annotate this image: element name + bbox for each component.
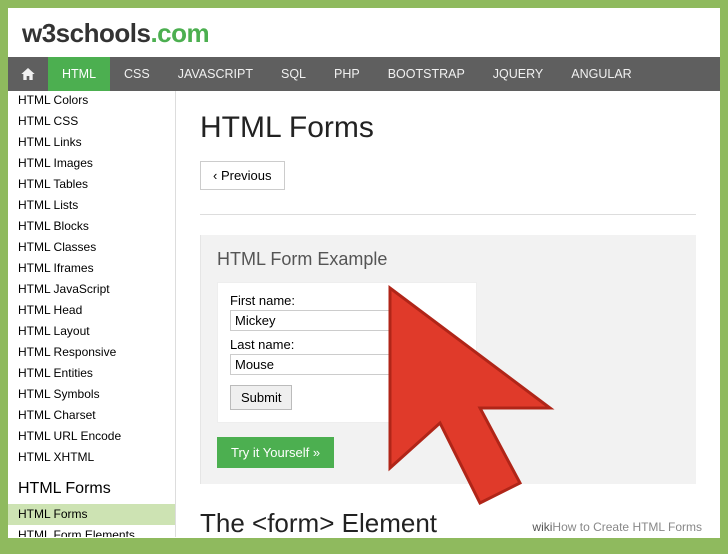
sidebar-item[interactable]: HTML Iframes [8,258,175,279]
sidebar-item[interactable]: HTML Lists [8,195,175,216]
sidebar-heading: HTML Forms [8,468,175,504]
nav-item-sql[interactable]: SQL [267,57,320,91]
nav-item-html[interactable]: HTML [48,57,110,91]
sidebar-item[interactable]: HTML Layout [8,321,175,342]
example-title: HTML Form Example [217,249,680,270]
nav-item-angular[interactable]: ANGULAR [557,57,645,91]
try-it-button[interactable]: Try it Yourself » [217,437,334,468]
sidebar-item[interactable]: HTML Tables [8,174,175,195]
watermark-text: How to Create HTML Forms [552,520,702,534]
nav-item-jquery[interactable]: JQUERY [479,57,557,91]
watermark: wikiHow to Create HTML Forms [532,520,702,534]
page-title: HTML Forms [200,111,696,145]
sidebar-item[interactable]: HTML Classes [8,237,175,258]
sidebar-item[interactable]: HTML Entities [8,363,175,384]
nav-item-css[interactable]: CSS [110,57,164,91]
logo-text-main: w3schools [22,18,150,48]
sidebar-item[interactable]: HTML Symbols [8,384,175,405]
home-icon [20,66,36,82]
example-box: HTML Form Example First name: Last name:… [200,235,696,484]
previous-button[interactable]: ‹ Previous [200,161,285,190]
first-name-label: First name: [230,293,464,308]
divider [200,214,696,215]
watermark-prefix: wiki [532,520,552,534]
main-content: HTML Forms ‹ Previous HTML Form Example … [176,91,720,537]
sidebar-item[interactable]: HTML Head [8,300,175,321]
sidebar-item[interactable]: HTML Responsive [8,342,175,363]
sidebar: HTML Colors HTML CSS HTML Links HTML Ima… [8,91,176,537]
last-name-label: Last name: [230,337,464,352]
top-nav: HTML CSS JAVASCRIPT SQL PHP BOOTSTRAP JQ… [8,57,720,91]
sidebar-item[interactable]: HTML CSS [8,111,175,132]
sidebar-item[interactable]: HTML Links [8,132,175,153]
nav-item-javascript[interactable]: JAVASCRIPT [164,57,267,91]
sidebar-item[interactable]: HTML XHTML [8,447,175,468]
sidebar-item-html-forms[interactable]: HTML Forms [8,504,175,525]
first-name-input[interactable] [230,310,400,331]
sidebar-item[interactable]: HTML JavaScript [8,279,175,300]
sidebar-item[interactable]: HTML Colors [8,93,175,111]
nav-item-bootstrap[interactable]: BOOTSTRAP [374,57,479,91]
site-logo[interactable]: w3schools.com [8,8,720,57]
nav-item-php[interactable]: PHP [320,57,374,91]
sidebar-item[interactable]: HTML Blocks [8,216,175,237]
last-name-input[interactable] [230,354,400,375]
logo-text-suffix: .com [150,18,209,48]
submit-button[interactable]: Submit [230,385,292,410]
sidebar-item[interactable]: HTML Images [8,153,175,174]
sidebar-item[interactable]: HTML Form Elements [8,525,175,538]
nav-home[interactable] [8,57,48,91]
form-panel: First name: Last name: Submit [217,282,477,423]
sidebar-item[interactable]: HTML URL Encode [8,426,175,447]
sidebar-item[interactable]: HTML Charset [8,405,175,426]
